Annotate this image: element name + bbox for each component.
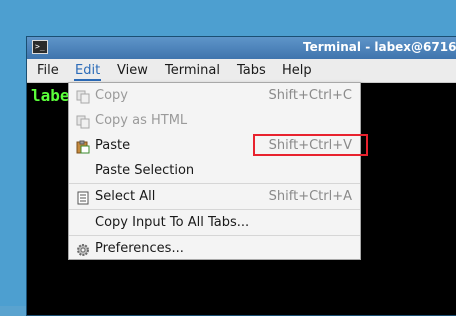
- terminal-prompt: labe: [31, 86, 70, 105]
- menu-item-copy-input-to-all-tabs[interactable]: Copy Input To All Tabs...: [69, 210, 360, 235]
- menu-terminal[interactable]: Terminal: [165, 63, 220, 78]
- menu-file[interactable]: File: [37, 63, 59, 78]
- copy-icon: [76, 114, 90, 129]
- edit-menu-dropdown: Copy Shift+Ctrl+C Copy as HTML Paste Shi…: [68, 82, 361, 260]
- menu-item-select-all[interactable]: Select All Shift+Ctrl+A: [69, 184, 360, 209]
- menu-item-label: Preferences...: [95, 241, 184, 256]
- select-all-icon: [76, 190, 90, 205]
- menu-item-label: Copy: [95, 88, 128, 103]
- menu-item-label: Paste Selection: [95, 163, 195, 178]
- annotation-highlight-box: [253, 134, 368, 156]
- menu-tabs[interactable]: Tabs: [237, 63, 266, 78]
- menu-item-shortcut: Shift+Ctrl+C: [268, 88, 352, 103]
- menu-item-copy[interactable]: Copy Shift+Ctrl+C: [69, 83, 360, 108]
- copy-icon: [76, 89, 90, 104]
- paste-icon: [76, 139, 90, 154]
- terminal-app-icon[interactable]: >_: [32, 40, 48, 54]
- menu-item-preferences[interactable]: Preferences...: [69, 236, 360, 261]
- menu-item-copy-as-html[interactable]: Copy as HTML: [69, 108, 360, 133]
- menu-item-label: Copy Input To All Tabs...: [95, 215, 250, 230]
- menu-item-shortcut: Shift+Ctrl+A: [268, 189, 352, 204]
- menu-item-label: Copy as HTML: [95, 113, 188, 128]
- gear-icon: [76, 242, 90, 256]
- menu-item-label: Select All: [95, 189, 156, 204]
- menu-bar: File Edit View Terminal Tabs Help: [27, 59, 456, 83]
- menu-view[interactable]: View: [117, 63, 148, 78]
- menu-help[interactable]: Help: [282, 63, 312, 78]
- menu-edit[interactable]: Edit: [73, 63, 102, 81]
- menu-item-paste-selection[interactable]: Paste Selection: [69, 158, 360, 183]
- menu-item-label: Paste: [95, 138, 131, 153]
- window-title: Terminal - labex@6716: [303, 40, 456, 54]
- title-bar[interactable]: >_ Terminal - labex@6716: [27, 37, 456, 59]
